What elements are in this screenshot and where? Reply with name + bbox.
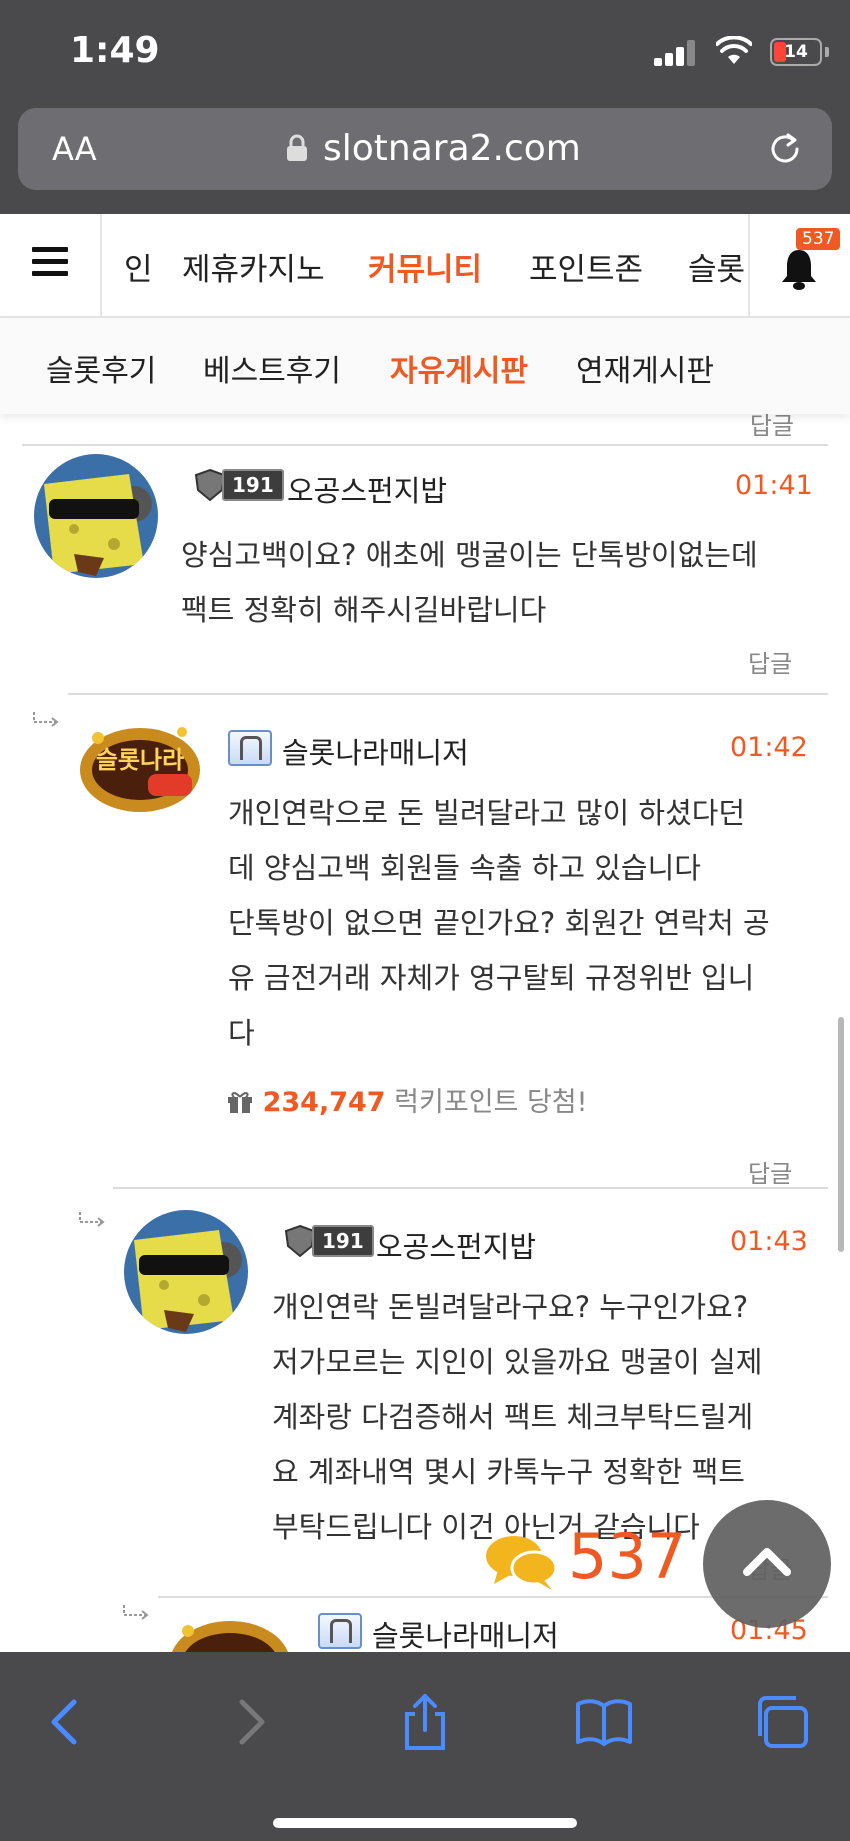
notification-badge: 537 [796,228,841,250]
text-size-label: AA [52,130,97,168]
comment-line: 다 [228,1016,255,1050]
comment-time: 01:41 [735,470,813,501]
status-icons: 14 [620,36,850,68]
lucky-points-text: 럭키포인트 당첨! [394,1087,588,1118]
comment-list: 답글 191 오공스펀지밥 01:41 양심고백이요? 애초에 맹굴이는 단톡방… [0,414,850,1652]
comment-item: 191 오공스펀지밥 01:41 양심고백이요? 애초에 맹굴이는 단톡방이없는… [0,414,850,694]
comment-author[interactable]: 슬롯나라매니저 [282,730,469,772]
reply-button[interactable]: 답글 [748,1154,792,1189]
admin-badge-icon: A [228,730,272,766]
comment-line: 개인연락으로 돈 빌려달라고 많이 하셨다던 [228,796,746,830]
comment-line: 양심고백이요? 애초에 맹굴이는 단톡방이없는데 [181,538,758,572]
status-time: 1:49 [70,30,160,71]
back-icon[interactable] [36,1692,96,1752]
manager-avatar[interactable]: 슬롯나라 [78,718,202,818]
url-text[interactable]: slotnara2.com [323,128,581,169]
comment-body: 개인연락으로 돈 빌려달라고 많이 하셨다던 데 양심고백 회원들 속출 하고 … [228,786,818,1061]
comment-author[interactable]: 오공스펀지밥 [287,468,447,510]
comment-line: 개인연락 돈빌려달라구요? 누구인가요? [272,1290,749,1324]
reply-indent-icon [123,1605,149,1620]
forward-icon[interactable] [220,1692,280,1752]
level-badge: 191 [282,1224,374,1258]
comment-line: 저가모르는 지인이 있을까요 맹굴이 실제 [272,1345,763,1379]
comment-line: 요 계좌내역 몇시 카톡누구 정확한 팩트 [272,1455,745,1489]
scroll-top-button[interactable] [703,1500,831,1628]
reply-indent-icon [79,1212,105,1227]
tab-free-board[interactable]: 자유게시판 [390,346,528,390]
text-size-button[interactable]: AA [52,130,97,168]
avatar[interactable] [124,1210,248,1334]
bell-icon[interactable] [778,246,820,290]
nav-item-partial[interactable]: 인 [124,244,153,289]
lock-icon [287,134,307,161]
comment-line: 팩트 정확히 해주시길바랍니다 [181,593,547,627]
admin-badge-icon: A [318,1613,362,1649]
comment-author[interactable]: 오공스펀지밥 [376,1224,536,1266]
comment-time: 01:43 [730,1226,808,1257]
comment-line: 단톡방이 없으면 끝인가요? 회원간 연락처 공 [228,906,770,940]
comment-item: 슬롯나라 A 슬롯나라매니저 01:42 개인연락으로 돈 빌려달라고 많이 하… [0,694,850,1194]
gift-icon [228,1092,252,1113]
lucky-points-amount: 234,747 [262,1087,386,1118]
comment-line: 계좌랑 다검증해서 팩트 체크부탁드릴게 [272,1400,754,1434]
chat-bubble-icon [486,1536,558,1590]
address-bar[interactable]: AA slotnara2.com [18,108,832,190]
tab-serial-board[interactable]: 연재게시판 [576,346,714,390]
reply-button[interactable]: 답글 [748,644,792,679]
nav-item-partner-casino[interactable]: 제휴카지노 [182,244,325,289]
scrollbar[interactable] [838,1017,844,1252]
tab-best-review[interactable]: 베스트후기 [203,346,341,390]
nav-item-point-zone[interactable]: 포인트존 [529,244,643,289]
svg-text:슬롯나라: 슬롯나라 [96,746,184,774]
level-number: 191 [222,469,284,501]
battery-level: 14 [784,42,808,62]
nav-item-community[interactable]: 커뮤니티 [368,244,482,289]
home-indicator [273,1818,577,1828]
browser-toolbar [0,1652,850,1841]
avatar[interactable] [34,454,158,578]
chevron-up-icon [743,1548,791,1576]
browser-chrome-top: 1:49 14 AA slotnara2.com [0,0,850,214]
comment-author[interactable]: 슬롯나라매니저 [372,1613,559,1652]
reply-indent-icon [33,712,59,727]
comment-body: 양심고백이요? 애초에 맹굴이는 단톡방이없는데 팩트 정확히 해주시길바랍니다 [181,528,821,638]
comment-count-widget[interactable]: 537 [470,1520,686,1600]
bookmarks-icon[interactable] [574,1692,634,1752]
site-header: 인 제휴카지노 커뮤니티 포인트존 슬롯 537 [0,214,850,318]
comment-line: 유 금전거래 자체가 영구탈퇴 규정위반 입니 [228,961,755,995]
menu-icon[interactable] [32,247,68,277]
tab-slot-review[interactable]: 슬롯후기 [46,346,156,390]
battery-icon: 14 [770,38,822,66]
wifi-icon [716,36,752,64]
main-nav: 인 제휴카지노 커뮤니티 포인트존 슬롯 [102,214,748,318]
lucky-points: 234,747 럭키포인트 당첨! [226,1080,587,1119]
level-badge: 191 [192,468,284,502]
comment-time: 01:42 [730,732,808,763]
comment-count: 537 [568,1520,687,1593]
nav-item-slot[interactable]: 슬롯 [688,244,745,289]
level-number: 191 [312,1225,374,1257]
comment-line: 데 양심고백 회원들 속출 하고 있습니다 [228,851,701,885]
board-tabs: 슬롯후기 베스트후기 자유게시판 연재게시판 [0,318,850,414]
manager-avatar[interactable] [168,1611,292,1652]
share-icon[interactable] [395,1692,455,1752]
tabs-icon[interactable] [752,1692,812,1752]
cellular-signal-icon [654,40,698,66]
reload-icon[interactable] [766,130,804,168]
